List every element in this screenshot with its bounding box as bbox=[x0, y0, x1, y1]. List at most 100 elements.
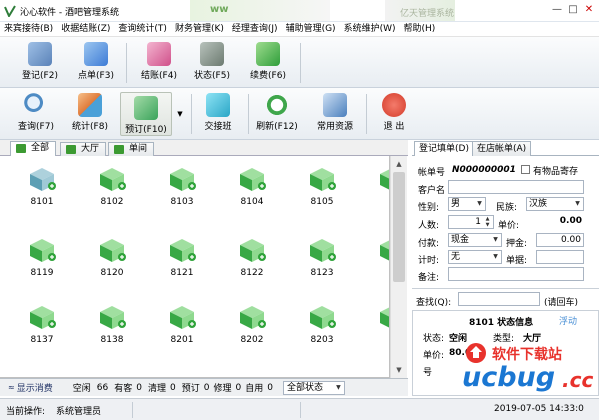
renew-icon bbox=[256, 42, 280, 66]
menu-help[interactable]: 帮助(H) bbox=[399, 22, 439, 36]
ethnic-label: 民族: bbox=[496, 203, 518, 213]
menu-receipt[interactable]: 收据结账(Z) bbox=[57, 22, 114, 36]
status-button[interactable]: 状态(F5) bbox=[188, 39, 236, 81]
handover-button[interactable]: 交接班 bbox=[196, 90, 240, 132]
room-tile[interactable]: 8101 bbox=[14, 160, 70, 214]
room-tile[interactable]: 8123 bbox=[294, 231, 350, 285]
room-tile[interactable]: 8202 bbox=[224, 298, 280, 352]
scroll-down-button[interactable]: ▼ bbox=[392, 363, 406, 377]
deposit-input[interactable]: 0.00 bbox=[536, 233, 584, 247]
remark-input[interactable] bbox=[448, 267, 584, 281]
count-stepper[interactable]: 1 ▲ ▼ bbox=[448, 215, 494, 229]
order-button[interactable]: 点单(F3) bbox=[72, 39, 120, 81]
tab-private-room[interactable]: 单间 bbox=[108, 142, 155, 156]
show-consumption-toggle[interactable]: 显示消费 bbox=[17, 381, 53, 394]
room-number: 8138 bbox=[100, 335, 124, 345]
operator-label: 当前操作: bbox=[6, 407, 46, 417]
chevron-down-icon: ▼ bbox=[477, 200, 482, 207]
stepper-arrows-icon[interactable]: ▲ ▼ bbox=[482, 216, 493, 228]
scroll-up-button[interactable]: ▲ bbox=[392, 157, 406, 171]
chevron-down-icon: ▼ bbox=[493, 253, 498, 260]
float-toggle[interactable]: 浮动 bbox=[559, 314, 577, 327]
room-cube-icon bbox=[170, 239, 196, 262]
menu-manager[interactable]: 经理查询(J) bbox=[228, 22, 282, 36]
room-cube-icon bbox=[100, 306, 126, 329]
room-tile[interactable]: 8120 bbox=[84, 231, 140, 285]
tab-in-store-bill[interactable]: 在店帐单(A) bbox=[472, 141, 532, 156]
toolbar-separator bbox=[366, 94, 367, 134]
room-cube-icon bbox=[100, 239, 126, 262]
register-label: 登记(F2) bbox=[22, 71, 58, 81]
room-tile[interactable]: 8121 bbox=[154, 231, 210, 285]
menu-reception[interactable]: 来宾接待(B) bbox=[0, 22, 57, 36]
register-button[interactable]: 登记(F2) bbox=[16, 39, 64, 81]
menu-query-stats[interactable]: 查询统计(T) bbox=[114, 22, 171, 36]
menu-system[interactable]: 系统维护(W) bbox=[340, 22, 400, 36]
renew-label: 续费(F6) bbox=[250, 71, 286, 81]
unit-price-value: 0.00 bbox=[526, 215, 584, 229]
room-tile[interactable]: 8102 bbox=[84, 160, 140, 214]
tab-private-label: 单间 bbox=[129, 144, 148, 154]
reserve-dropdown[interactable]: ▼ bbox=[173, 92, 187, 136]
room-tile[interactable]: 8138 bbox=[84, 298, 140, 352]
empty-count: 66 bbox=[96, 382, 109, 393]
ethnic-select[interactable]: 汉族 ▼ bbox=[526, 197, 584, 211]
room-tile[interactable]: 8201 bbox=[154, 298, 210, 352]
tab-all[interactable]: 全部 bbox=[10, 141, 57, 156]
room-tile[interactable]: 8103 bbox=[154, 160, 210, 214]
state-label: 状态: bbox=[423, 334, 445, 344]
own-use-count: 0 bbox=[267, 382, 273, 393]
scroll-thumb[interactable] bbox=[393, 172, 405, 282]
status-filter-select[interactable]: 全部状态 ▼ bbox=[282, 380, 345, 395]
operator-value: 系统管理员 bbox=[56, 407, 102, 417]
close-button[interactable]: ✕ bbox=[581, 3, 597, 17]
minimize-button[interactable]: — bbox=[549, 3, 565, 17]
room-tile[interactable]: 8 bbox=[364, 298, 389, 352]
count-label: 人数: bbox=[418, 221, 440, 231]
refresh-icon bbox=[265, 93, 289, 117]
store-items-checkbox[interactable] bbox=[521, 165, 530, 174]
status-bar: 当前操作: 系统管理员 2019-07-05 14:33:0 bbox=[0, 398, 599, 420]
toggle-arrows-icon[interactable]: ≈ bbox=[8, 383, 15, 392]
room-number: 8123 bbox=[310, 268, 334, 278]
room-tile[interactable]: 8203 bbox=[294, 298, 350, 352]
maximize-button[interactable]: □ bbox=[565, 3, 581, 17]
chevron-down-icon: ▼ bbox=[575, 200, 580, 207]
tab-register-form[interactable]: 登记填单(D) bbox=[414, 141, 474, 156]
refresh-button[interactable]: 刷新(F12) bbox=[252, 90, 302, 132]
deposit-label: 押金: bbox=[506, 239, 528, 249]
tab-hall[interactable]: 大厅 bbox=[60, 142, 107, 156]
voucher-input[interactable] bbox=[536, 250, 584, 264]
footer-separator bbox=[300, 402, 301, 418]
room-tile[interactable]: 8105 bbox=[294, 160, 350, 214]
room-tile[interactable]: 8122 bbox=[224, 231, 280, 285]
cleaning-count: 0 bbox=[169, 382, 176, 393]
room-tile[interactable]: 8 bbox=[364, 160, 389, 214]
search-input[interactable] bbox=[458, 292, 540, 306]
stats-button[interactable]: 统计(F8) bbox=[66, 90, 114, 132]
room-tile[interactable]: 8137 bbox=[14, 298, 70, 352]
checkout-button[interactable]: 结账(F4) bbox=[134, 39, 184, 81]
payment-select[interactable]: 现金 ▼ bbox=[448, 233, 502, 247]
reserve-button[interactable]: 预订(F10) bbox=[120, 92, 172, 136]
gender-select[interactable]: 男 ▼ bbox=[448, 197, 486, 211]
query-button[interactable]: 查询(F7) bbox=[12, 90, 60, 132]
room-tile[interactable]: 8 bbox=[364, 231, 389, 285]
menu-finance[interactable]: 财务管理(K) bbox=[171, 22, 228, 36]
ethnic-value: 汉族 bbox=[529, 199, 548, 209]
reserve-icon bbox=[134, 96, 158, 120]
room-cube-icon bbox=[310, 239, 336, 262]
room-number: 8119 bbox=[30, 268, 54, 278]
room-grid-scrollbar[interactable]: ▲ ▼ bbox=[390, 156, 407, 378]
menu-auxiliary[interactable]: 辅助管理(G) bbox=[282, 22, 340, 36]
reserve-label: 预订(F10) bbox=[125, 125, 167, 135]
exit-button[interactable]: 退 出 bbox=[374, 90, 414, 132]
room-tile[interactable]: 8104 bbox=[224, 160, 280, 214]
room-tile[interactable]: 8119 bbox=[14, 231, 70, 285]
resources-button[interactable]: 常用资源 bbox=[310, 90, 360, 132]
renew-button[interactable]: 续费(F6) bbox=[244, 39, 292, 81]
query-label: 查询(F7) bbox=[18, 122, 54, 132]
timing-select[interactable]: 无 ▼ bbox=[448, 250, 502, 264]
window-title: 沁心软件 - 酒吧管理系统 bbox=[20, 8, 119, 18]
customer-name-input[interactable] bbox=[448, 180, 584, 194]
